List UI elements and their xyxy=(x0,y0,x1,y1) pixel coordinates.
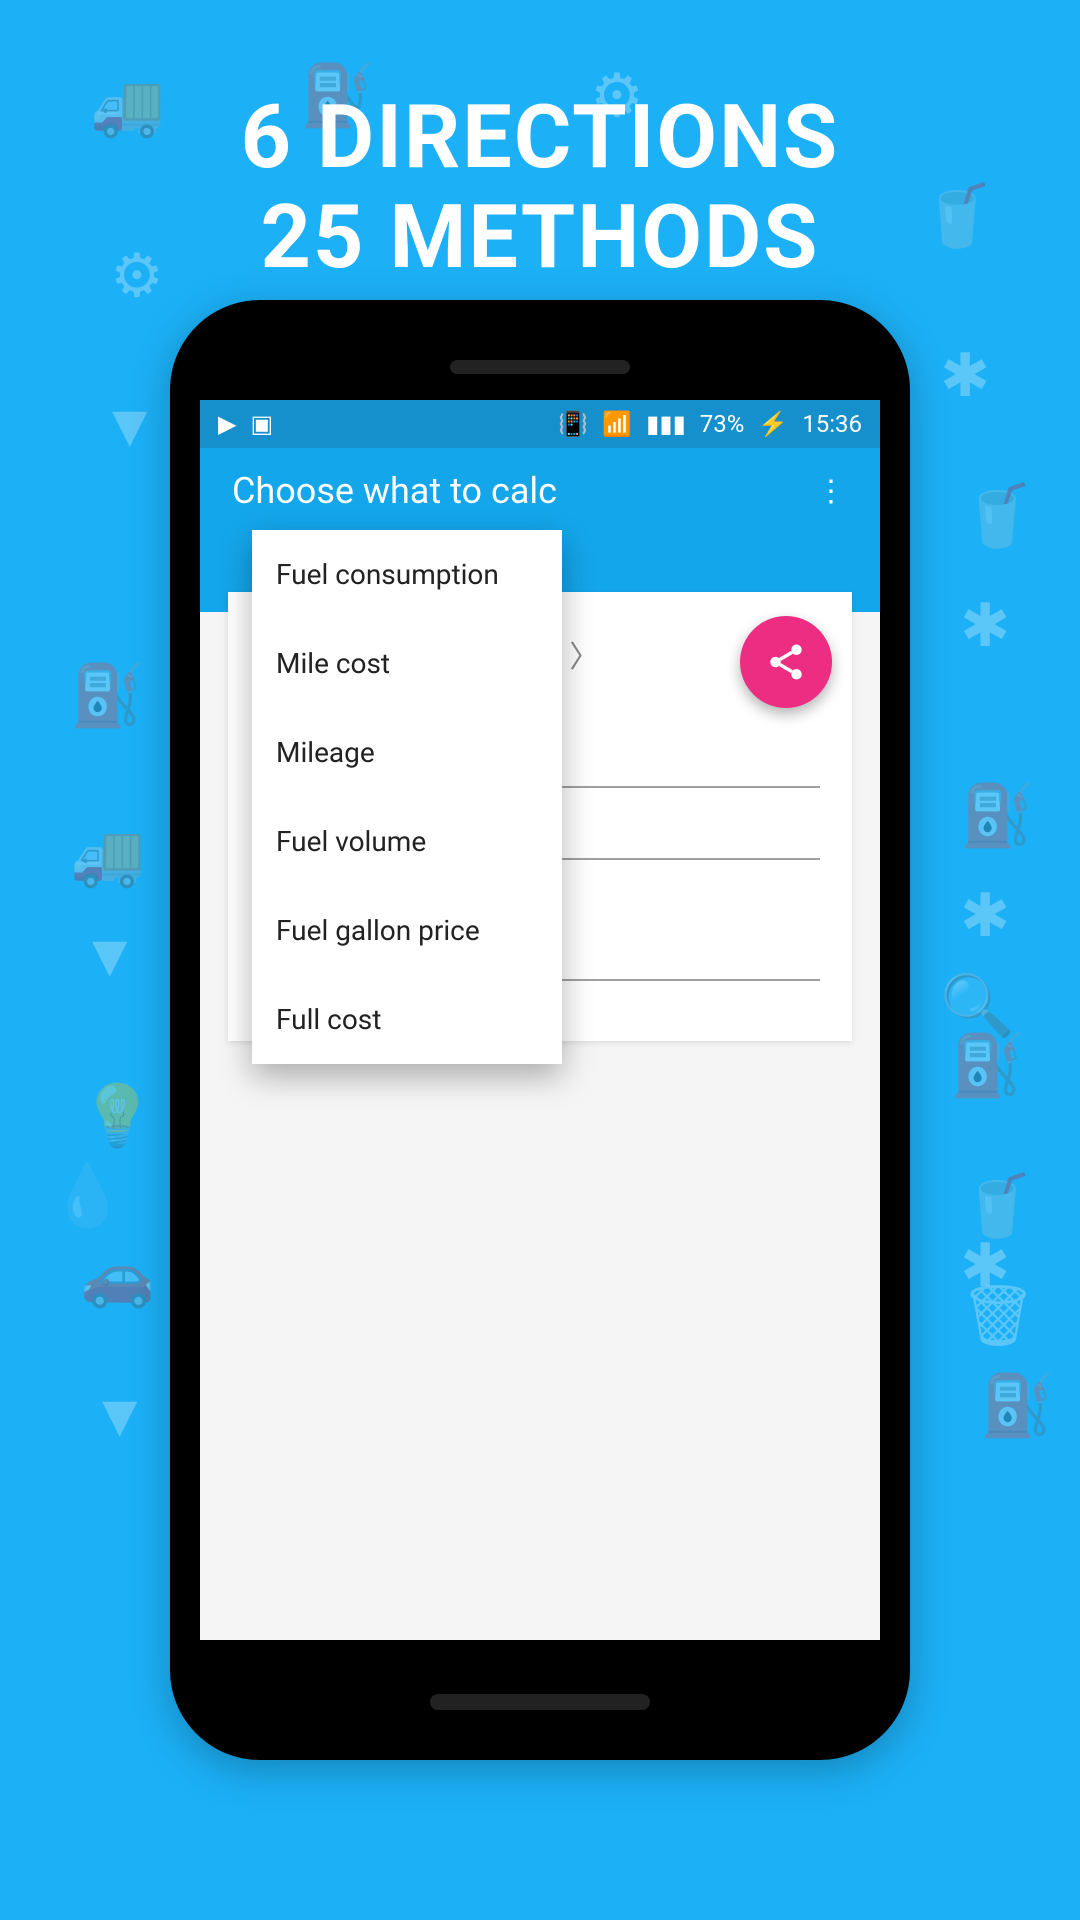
pump-icon: ⛽ xyxy=(980,1370,1055,1441)
image-icon: ▣ xyxy=(250,410,273,438)
app-bar-title: Choose what to calc xyxy=(232,470,848,512)
pump-icon: ⛽ xyxy=(70,660,145,731)
signal-icon: ▮▮▮ xyxy=(646,410,686,438)
car-icon: 🚗 xyxy=(80,1240,155,1311)
percent-icon: ✱ xyxy=(960,880,1010,951)
status-bar: ▶ ▣ 📳 📶 ▮▮▮ 73% ⚡ 15:36 xyxy=(200,400,880,448)
headline-line1: 6 DIRECTIONS xyxy=(0,90,1080,187)
filter-icon: ▼ xyxy=(100,390,159,461)
pump-icon: ⛽ xyxy=(960,780,1035,851)
overflow-menu-icon[interactable]: ⋮ xyxy=(816,474,846,509)
dropdown-item-fuel-volume[interactable]: Fuel volume xyxy=(252,797,562,886)
chevron-right-icon: 〉 xyxy=(569,632,599,676)
battery-text: 73% xyxy=(700,410,745,438)
dropdown-item-full-cost[interactable]: Full cost xyxy=(252,975,562,1064)
clock-text: 15:36 xyxy=(802,410,862,438)
drop-icon: 💧 xyxy=(50,1160,125,1231)
vibrate-icon: 📳 xyxy=(558,410,588,438)
dropdown-item-fuel-consumption[interactable]: Fuel consumption xyxy=(252,530,562,619)
phone-screen: ▶ ▣ 📳 📶 ▮▮▮ 73% ⚡ 15:36 Choose what to c… xyxy=(200,400,880,1640)
share-icon xyxy=(765,641,807,683)
battery-icon: ⚡ xyxy=(758,410,788,438)
dropdown-item-mile-cost[interactable]: Mile cost xyxy=(252,619,562,708)
dropdown-item-mileage[interactable]: Mileage xyxy=(252,708,562,797)
headline-line2: 25 METHODS xyxy=(0,190,1080,287)
trash-icon: 🗑 xyxy=(960,1280,1036,1351)
phone-speaker-bottom xyxy=(430,1694,650,1710)
wifi-icon: 📶 xyxy=(602,410,632,438)
phone-speaker xyxy=(450,360,630,374)
truck-icon: 🚚 xyxy=(70,820,145,891)
phone-frame: ▶ ▣ 📳 📶 ▮▮▮ 73% ⚡ 15:36 Choose what to c… xyxy=(170,300,910,1760)
play-icon: ▶ xyxy=(218,410,236,438)
cup-icon: 🥤 xyxy=(960,480,1035,551)
fuel-icon: ⛽ xyxy=(950,1030,1025,1101)
share-fab[interactable] xyxy=(740,616,832,708)
percent-icon: ✱ xyxy=(940,340,990,411)
calc-dropdown: Fuel consumption Mile cost Mileage Fuel … xyxy=(252,530,562,1064)
filter-icon: ▼ xyxy=(90,1380,149,1451)
filter-icon: ▼ xyxy=(80,920,139,991)
bulb-icon: 💡 xyxy=(80,1080,155,1151)
dropdown-item-fuel-gallon-price[interactable]: Fuel gallon price xyxy=(252,886,562,975)
percent-icon: ✱ xyxy=(960,590,1010,661)
